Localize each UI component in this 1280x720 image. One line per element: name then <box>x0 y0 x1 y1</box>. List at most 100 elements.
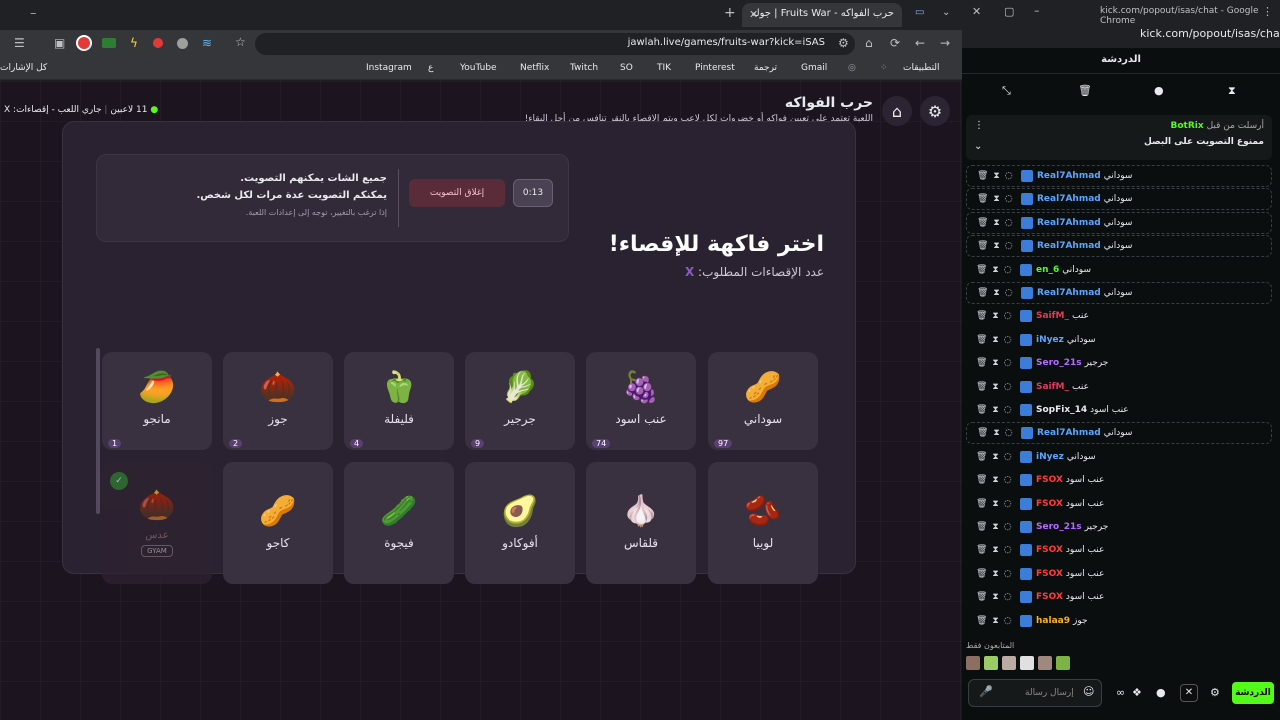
new-tab-icon[interactable]: + <box>724 5 736 21</box>
menu-icon[interactable]: ⋮ <box>1262 5 1273 18</box>
chat-username[interactable]: FSOX <box>1036 499 1063 509</box>
chat-username[interactable]: Sero_21s <box>1036 522 1082 532</box>
mod-actions-icons[interactable]: 🗑⧗◌ <box>967 171 1019 181</box>
points-icon[interactable]: ∞ <box>1116 686 1125 699</box>
chat-username[interactable]: iNyez <box>1036 452 1064 462</box>
bookmark-youtube[interactable]: YouTube <box>460 63 497 73</box>
forward-icon[interactable]: ← <box>915 36 925 50</box>
chat-username[interactable]: FSOX <box>1036 592 1063 602</box>
bookmark-pinterest[interactable]: Pinterest <box>695 63 735 73</box>
fruit-card[interactable]: 🥜 سوداني 97 <box>708 352 818 450</box>
trash-icon[interactable]: 🗑 <box>1078 84 1092 97</box>
ext-red-icon[interactable] <box>153 38 163 48</box>
back-icon[interactable]: → <box>940 36 950 50</box>
fruit-card[interactable]: 🥑 أفوكادو <box>465 462 575 584</box>
mod-actions-icons[interactable]: 🗑⧗◌ <box>966 569 1018 579</box>
star-icon[interactable]: ☆ <box>235 35 246 49</box>
chat-input[interactable]: 🎤 إرسال رسالة ☺ <box>968 679 1102 707</box>
apps-icon[interactable]: ⁘ <box>880 63 888 73</box>
ext-green-icon[interactable] <box>102 38 116 48</box>
minimize-window-icon[interactable]: – <box>1034 4 1040 17</box>
bookmark-apps[interactable]: التطبيقات <box>903 63 940 73</box>
mod-actions-icons[interactable]: 🗑⧗◌ <box>966 616 1018 626</box>
mod-actions-icons[interactable]: 🗑⧗◌ <box>966 545 1018 555</box>
bookmark-all[interactable]: كل الإشارات <box>0 63 47 73</box>
pinned-menu-icon[interactable]: ⋮ <box>974 120 984 131</box>
minimize-icon[interactable]: – <box>30 6 37 21</box>
collapse-icon[interactable]: ⤡ <box>1002 84 1011 98</box>
address-bar[interactable]: jawlah.live/games/fruits-war?kick=iSAS ☆ <box>235 33 855 55</box>
bookmark-tik[interactable]: TIK <box>657 63 671 73</box>
chat-icon[interactable]: ● <box>1156 686 1166 699</box>
mod-actions-icons[interactable]: 🗑⧗◌ <box>967 428 1019 438</box>
ext-wave-icon[interactable]: ≋ <box>202 36 212 50</box>
mod-actions-icons[interactable]: 🗑⧗◌ <box>967 288 1019 298</box>
site-settings-icon[interactable]: ⚙ <box>838 36 849 50</box>
chat-username[interactable]: en_6 <box>1036 265 1059 275</box>
mod-actions-icons[interactable]: 🗑⧗◌ <box>967 218 1019 228</box>
gift-icon[interactable]: ❖ <box>1132 686 1142 699</box>
emote-strip[interactable] <box>966 656 1166 672</box>
close-window-icon[interactable]: ✕ <box>972 5 981 18</box>
fruit-card[interactable]: 🥒 فيجوة <box>344 462 454 584</box>
hide-icon[interactable]: ✕ <box>1180 684 1198 702</box>
chat-username[interactable]: Real7Ahmad <box>1037 218 1101 228</box>
chat-username[interactable]: Sero_21s <box>1036 358 1082 368</box>
mod-actions-icons[interactable]: 🗑⧗◌ <box>966 311 1018 321</box>
chat-username[interactable]: FSOX <box>1036 475 1063 485</box>
scrollbar[interactable] <box>96 348 100 514</box>
mod-actions-icons[interactable]: 🗑⧗◌ <box>966 592 1018 602</box>
fruit-card[interactable]: 🥬 جرجير 9 <box>465 352 575 450</box>
mod-actions-icons[interactable]: 🗑⧗◌ <box>966 452 1018 462</box>
more-icon[interactable]: ⋮ <box>1262 27 1273 40</box>
tab2-icon[interactable]: ▭ <box>915 7 924 18</box>
extensions-icon[interactable]: ☰ <box>14 36 25 50</box>
chat-username[interactable]: Real7Ahmad <box>1037 428 1101 438</box>
chat-username[interactable]: Real7Ahmad <box>1037 194 1101 204</box>
fruit-card[interactable]: 🍇 عنب اسود 74 <box>586 352 696 450</box>
globe-icon[interactable]: ◎ <box>848 63 856 73</box>
close-vote-button[interactable]: إغلاق التصويت <box>409 179 505 207</box>
chat-settings-icon[interactable]: ⚙ <box>1210 686 1220 699</box>
expand-chevron-icon[interactable]: ⌄ <box>974 141 982 152</box>
bookmark-translate[interactable]: ترجمة <box>754 63 777 73</box>
hourglass-icon[interactable]: ⧗ <box>1228 84 1236 98</box>
mod-actions-icons[interactable]: 🗑⧗◌ <box>966 405 1018 415</box>
fruit-card[interactable]: 🫑 فليفلة 4 <box>344 352 454 450</box>
bookmark-netflix[interactable]: Netflix <box>520 63 549 73</box>
chat-username[interactable]: FSOX <box>1036 569 1063 579</box>
ext-grey-icon[interactable] <box>177 38 188 49</box>
maximize-icon[interactable]: ▢ <box>1004 5 1014 18</box>
tab-search-icon[interactable]: ⌄ <box>942 7 950 18</box>
chat-username[interactable]: halaa9 <box>1036 616 1070 626</box>
chat-username[interactable]: SopFix_14 <box>1036 405 1087 415</box>
ext-bolt-icon[interactable]: ϟ <box>130 36 138 50</box>
mod-actions-icons[interactable]: 🗑⧗◌ <box>966 382 1018 392</box>
mod-actions-icons[interactable]: 🗑⧗◌ <box>966 475 1018 485</box>
mod-actions-icons[interactable]: 🗑⧗◌ <box>966 522 1018 532</box>
home-icon[interactable]: ⌂ <box>865 36 873 50</box>
settings-icon[interactable]: ⚙ <box>920 96 950 126</box>
bookmark-so[interactable]: SO <box>620 63 633 73</box>
fruit-card[interactable]: 🌰 جوز 2 <box>223 352 333 450</box>
puzzle-icon[interactable]: ▣ <box>54 36 65 50</box>
mod-actions-icons[interactable]: 🗑⧗◌ <box>966 335 1018 345</box>
bookmark-gmail[interactable]: Gmail <box>801 63 827 73</box>
chat-username[interactable]: iNyez <box>1036 335 1064 345</box>
fruit-card[interactable]: 🥜 كاجو <box>223 462 333 584</box>
mod-actions-icons[interactable]: 🗑⧗◌ <box>967 194 1019 204</box>
bookmark-ain[interactable]: ع <box>428 63 433 73</box>
mod-actions-icons[interactable]: 🗑⧗◌ <box>966 265 1018 275</box>
chat-username[interactable]: Real7Ahmad <box>1037 241 1101 251</box>
chat-username[interactable]: Real7Ahmad <box>1037 288 1101 298</box>
send-button[interactable]: الدردشة <box>1232 682 1274 704</box>
fruit-card[interactable]: 🥭 مانجو 1 <box>102 352 212 450</box>
fruit-card[interactable]: 🧄 قلقاس <box>586 462 696 584</box>
emoji-icon[interactable]: ☺ <box>1083 685 1094 698</box>
chat-username[interactable]: Real7Ahmad <box>1037 171 1101 181</box>
active-tab[interactable]: حرب الفواكه - Fruits War | جوله <box>742 3 902 27</box>
chat-username[interactable]: FSOX <box>1036 545 1063 555</box>
bookmark-twitch[interactable]: Twitch <box>570 63 598 73</box>
chat-username[interactable]: SaifM_ <box>1036 382 1069 392</box>
mod-actions-icons[interactable]: 🗑⧗◌ <box>966 499 1018 509</box>
